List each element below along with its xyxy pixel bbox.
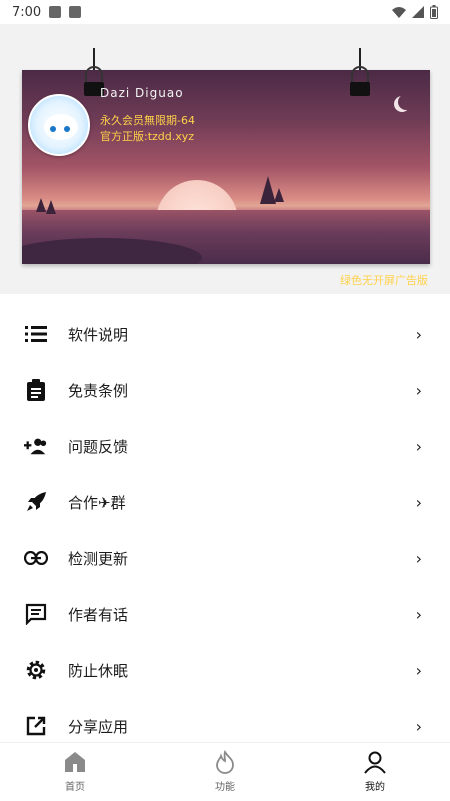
menu-item-label: 软件说明 (68, 325, 129, 344)
clipboard-icon (24, 378, 48, 402)
tree-illustration (46, 200, 56, 214)
menu-item-label: 作者有话 (68, 605, 129, 624)
menu-item-label: 检测更新 (68, 549, 129, 568)
menu-item-feedback[interactable]: 问题反馈 › (0, 418, 450, 474)
status-bar: 7:00 (0, 0, 450, 24)
chevron-right-icon: › (415, 660, 422, 680)
signal-icon (412, 6, 424, 18)
chevron-right-icon: › (415, 604, 422, 624)
nav-home-label: 首页 (65, 782, 85, 793)
avatar-eye (50, 126, 56, 132)
moon-icon (398, 94, 414, 110)
chevron-right-icon: › (415, 436, 422, 456)
menu-item-label: 问题反馈 (68, 437, 129, 456)
chevron-right-icon: › (415, 324, 422, 344)
nav-profile-label: 我的 (365, 782, 385, 793)
profile-icon (364, 751, 386, 774)
menu-list: 软件说明 › 免责条例 › 问题反馈 › 合作✈群 › 检测更新 › 作者有话 … (0, 306, 450, 754)
chevron-right-icon: › (415, 548, 422, 568)
tree-illustration (36, 198, 46, 212)
nav-home[interactable]: 首页 (30, 743, 120, 801)
binder-clip-icon (350, 82, 370, 96)
version-note: 绿色无开屏广告版 (340, 274, 428, 287)
gear-icon (24, 658, 48, 682)
list-icon (24, 322, 48, 346)
flame-icon (216, 750, 234, 774)
nav-functions[interactable]: 功能 (180, 743, 270, 801)
menu-item-check-update[interactable]: 检测更新 › (0, 530, 450, 586)
image-notification-icon (49, 6, 62, 18)
user-add-icon (24, 434, 48, 458)
profile-banner (22, 70, 430, 264)
menu-item-label: 合作✈群 (68, 493, 126, 512)
home-icon (65, 752, 85, 772)
menu-item-prevent-sleep[interactable]: 防止休眠 › (0, 642, 450, 698)
avatar-eye (64, 126, 70, 132)
username: Dazi Diguao (100, 86, 184, 100)
menu-item-author-message[interactable]: 作者有话 › (0, 586, 450, 642)
menu-item-cooperation-group[interactable]: 合作✈群 › (0, 474, 450, 530)
chevron-right-icon: › (415, 492, 422, 512)
battery-icon (430, 5, 438, 19)
link-icon (24, 546, 48, 570)
avatar[interactable] (28, 94, 90, 156)
chevron-right-icon: › (415, 716, 422, 736)
avatar-face (44, 114, 78, 140)
menu-item-label: 分享应用 (68, 717, 129, 736)
message-icon (24, 602, 48, 626)
menu-item-disclaimer[interactable]: 免责条例 › (0, 362, 450, 418)
bottom-navigation: 首页 功能 我的 (0, 742, 450, 800)
menu-item-software-info[interactable]: 软件说明 › (0, 306, 450, 362)
wifi-icon (392, 7, 406, 18)
status-time: 7:00 (12, 4, 42, 20)
a-notification-icon (69, 6, 82, 18)
menu-item-label: 防止休眠 (68, 661, 129, 680)
rocket-icon (24, 490, 48, 514)
official-site: 官方正版:tzdd.xyz (100, 130, 195, 143)
share-icon (24, 714, 48, 738)
nav-functions-label: 功能 (215, 782, 235, 793)
chevron-right-icon: › (415, 380, 422, 400)
tree-illustration (274, 188, 284, 202)
menu-item-label: 免责条例 (68, 381, 129, 400)
nav-profile[interactable]: 我的 (330, 743, 420, 801)
vip-status: 永久会员無限期-64 (100, 114, 195, 127)
